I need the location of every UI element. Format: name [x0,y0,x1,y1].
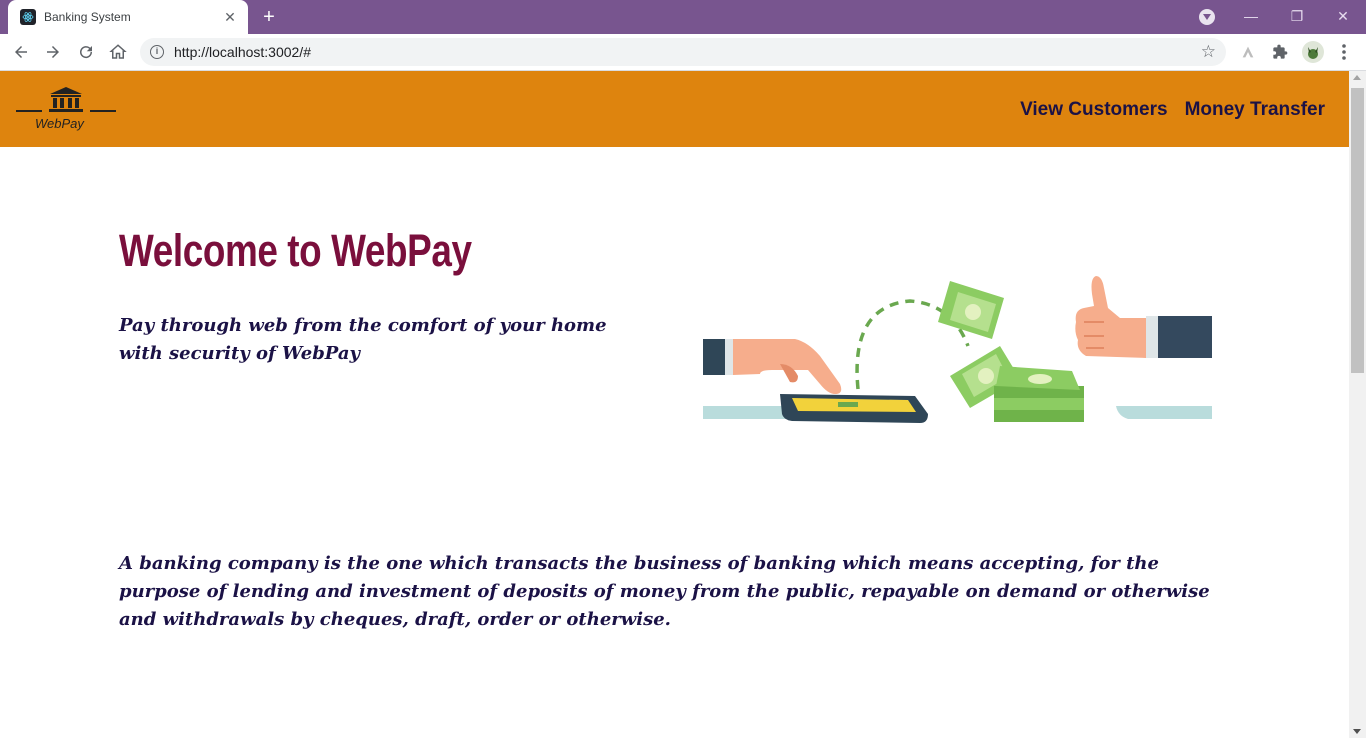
thumbs-up-icon [1075,276,1212,358]
page-title: Welcome to WebPay [119,225,472,276]
kebab-menu-icon[interactable] [1332,40,1356,64]
scroll-up-icon[interactable] [1353,75,1361,80]
new-tab-button[interactable]: + [258,6,280,28]
logo-text: WebPay [35,116,84,131]
restore-button[interactable]: ❐ [1285,5,1309,27]
bank-icon [16,87,116,112]
page-scrollbar[interactable] [1349,71,1366,738]
webpay-logo[interactable]: WebPay [16,85,116,133]
address-bar[interactable]: i http://localhost:3002/# ☆ [140,38,1226,66]
url-text: http://localhost:3002/# [174,44,311,60]
scroll-thumb[interactable] [1351,88,1364,373]
navbar: WebPay View Customers Money Transfer [0,71,1349,147]
tab-search-icon[interactable] [1199,9,1215,25]
home-icon[interactable] [106,40,130,64]
page-viewport: WebPay View Customers Money Transfer Wel… [0,71,1349,738]
tab-close-icon[interactable]: ✕ [222,9,238,25]
puzzle-icon[interactable] [1268,40,1292,64]
phone-icon [780,394,928,423]
reload-icon[interactable] [74,40,98,64]
ground-bar-right [1116,406,1212,419]
star-icon[interactable]: ☆ [1201,43,1216,61]
about-paragraph: A banking company is the one which trans… [119,553,1210,630]
money-bill-icon [938,281,1004,339]
browser-tab[interactable]: Banking System ✕ [8,0,248,34]
minimize-button[interactable]: — [1239,5,1263,27]
browser-tabstrip: Banking System ✕ + — ❐ ✕ [0,0,1366,34]
forward-icon[interactable] [41,40,65,64]
hero-subtitle: Pay through web from the comfort of your… [119,315,607,364]
hand-pointing-icon [703,339,842,394]
back-icon[interactable] [9,40,33,64]
extension-icon[interactable] [1236,40,1260,64]
react-favicon-icon [20,9,36,25]
profile-icon[interactable] [1301,40,1325,64]
money-stack-icon [994,366,1084,422]
close-window-button[interactable]: ✕ [1331,5,1355,27]
nav-view-customers[interactable]: View Customers [1020,99,1167,121]
payment-illustration [703,276,1212,423]
browser-toolbar: i http://localhost:3002/# ☆ [0,34,1366,71]
info-icon[interactable]: i [150,45,164,59]
nav-links: View Customers Money Transfer [1020,99,1325,121]
scroll-down-icon[interactable] [1353,729,1361,734]
tab-title: Banking System [44,10,131,24]
nav-money-transfer[interactable]: Money Transfer [1185,99,1325,121]
